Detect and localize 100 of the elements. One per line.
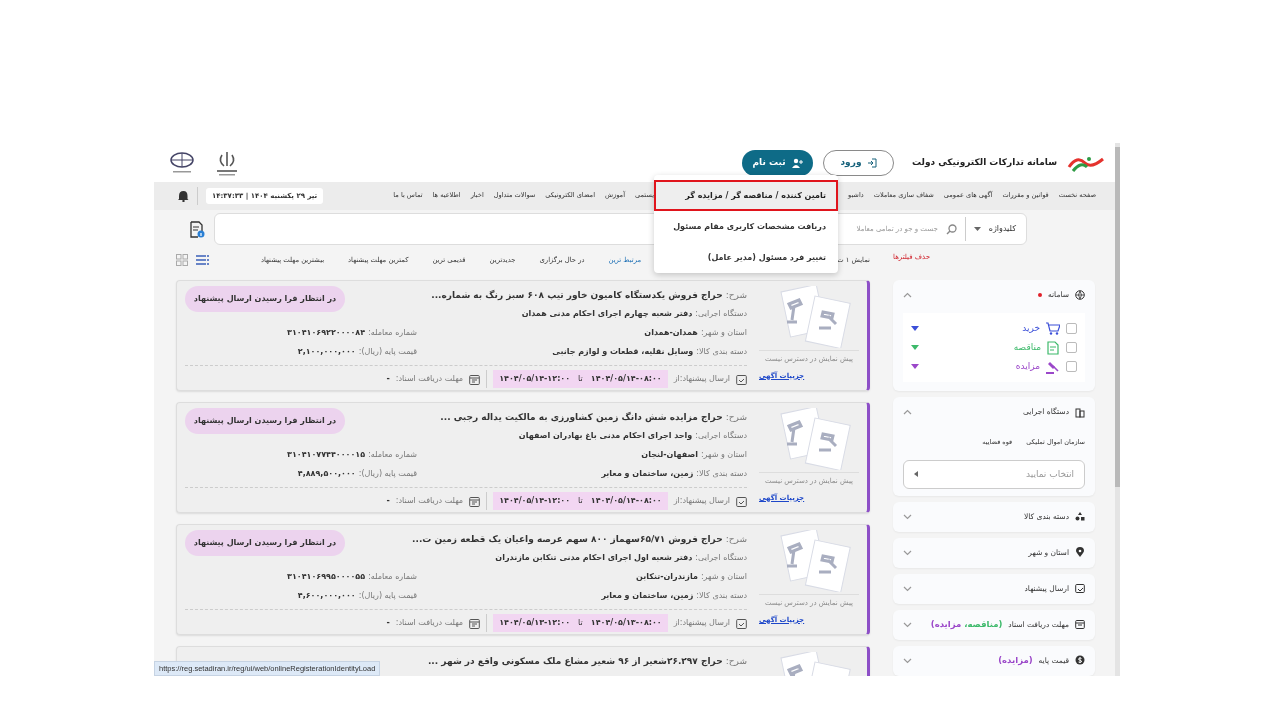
cart-icon: [1046, 322, 1060, 335]
chevron-up-icon[interactable]: [903, 409, 912, 415]
menu-item[interactable]: دریافت مشخصات کاربری مقام مسئول: [654, 211, 838, 242]
field-value: اصفهان-لنجان: [641, 448, 698, 461]
end-date: ۱۴۰۴/۰۵/۱۴-۱۲:۰۰: [499, 373, 571, 385]
listing-title: حراج فروش یکدستگاه کامیون خاور تیپ ۶۰۸ سبز رنگ به شماره...: [431, 288, 723, 303]
field-value: دفتر شعبه اول اجرای احکام مدنی تنکابن مازندران: [495, 551, 693, 564]
field-value: دفتر شعبه چهارم اجرای احکام مدنی همدان: [521, 307, 693, 320]
end-date: ۱۴۰۴/۰۵/۱۳-۱۲:۰۰: [499, 617, 571, 629]
field-label: شرح:: [725, 654, 747, 668]
caret-icon[interactable]: [911, 364, 919, 369]
field-label: استان و شهر:: [700, 326, 747, 339]
calendar-check-icon: [736, 373, 747, 385]
field-label: مهلت دریافت اسناد:: [395, 495, 464, 507]
status-badge: در انتظار فرا رسیدن ارسال پیشنهاد: [185, 286, 345, 312]
field-value: ۴,۸۸۹,۵۰۰,۰۰۰: [297, 467, 356, 480]
field-label: قیمت پایه (ریال):: [358, 467, 417, 480]
field-label: قیمت پایه (ریال):: [358, 589, 417, 602]
search-icon: [945, 223, 957, 235]
field-value: همدان-همدان: [644, 326, 698, 339]
dollar-icon: [1075, 655, 1085, 667]
menu-item[interactable]: تغییر فرد مسئول (مدیر عامل): [654, 242, 838, 273]
register-button[interactable]: ثبت نام: [742, 149, 813, 176]
calendar-icon: [469, 495, 481, 507]
building-icon: [1075, 406, 1085, 418]
to-label: تا: [578, 373, 583, 385]
login-icon: [866, 157, 877, 168]
field-value: ۲,۱۰۰,۰۰۰,۰۰۰: [297, 345, 356, 358]
field-label: شماره معامله:: [368, 326, 417, 339]
field-value: ۳۱۰۴۱۰۶۹۹۵۰۰۰۰۵۵: [287, 570, 366, 583]
option-label: مزایده: [1015, 359, 1040, 373]
calendar-check-icon: [736, 617, 747, 629]
listing-title: حراج ۲۶.۲۹۷شعیر از ۹۶ شعیر مشاع ملک مسکونی واقع در شهر ...: [427, 654, 723, 669]
start-date: ۱۴۰۴/۰۵/۱۴-۰۸:۰۰: [590, 495, 662, 507]
chevron-down-icon[interactable]: [903, 657, 912, 664]
field-label: قیمت پایه (ریال):: [358, 345, 417, 358]
grid-view-icon[interactable]: [176, 254, 188, 266]
scrollbar[interactable]: [1115, 143, 1120, 676]
field-label: شرح:: [725, 410, 747, 424]
globe-icon: [1075, 289, 1085, 301]
gavel-icon: [1046, 359, 1060, 374]
scope-label: کلیدواژه: [988, 223, 1016, 235]
field-label: شماره معامله:: [368, 570, 417, 583]
option-label: مناقصه: [1013, 340, 1041, 354]
field-value: زمین، ساختمان و معابر: [601, 467, 694, 480]
chevron-up-icon[interactable]: [903, 292, 912, 298]
login-button[interactable]: ورود: [823, 149, 894, 176]
field-label: شماره معامله:: [368, 448, 417, 461]
calendar-icon: [1075, 619, 1085, 631]
filter-note: مزایده): [930, 618, 963, 632]
field-label: ارسال پیشنهاد:از: [673, 495, 730, 507]
document-icon: [1047, 340, 1060, 355]
field-label: دستگاه اجرایی:: [695, 551, 747, 564]
site-title: سامانه تدارکات الکترونیکی دولت: [912, 155, 1057, 170]
status-badge: در انتظار فرا رسیدن ارسال پیشنهاد: [185, 408, 345, 434]
field-label: دستگاه اجرایی:: [695, 307, 747, 320]
field-value: -: [386, 617, 390, 629]
field-value: ۳۱۰۴۱۰۷۷۴۴۰۰۰۰۱۵: [287, 448, 366, 461]
field-value: مازندران-تنکابن: [636, 570, 698, 583]
field-label: استان و شهر:: [700, 570, 747, 583]
field-label: ارسال پیشنهاد:از: [673, 617, 730, 629]
chevron-down-icon[interactable]: [903, 549, 912, 556]
chevron-down-icon[interactable]: [903, 585, 912, 592]
to-label: تا: [578, 495, 583, 507]
field-value: وسایل نقلیه، قطعات و لوازم جانبی: [552, 345, 694, 358]
field-label: دستگاه اجرایی:: [695, 429, 747, 442]
field-label: دسته بندی کالا:: [696, 589, 747, 602]
chevron-down-icon[interactable]: [903, 513, 912, 520]
checkbox[interactable]: [1066, 342, 1077, 353]
option-label: خرید: [1022, 321, 1040, 335]
field-label: ارسال پیشنهاد:از: [673, 373, 730, 385]
field-value: ۳۱۰۴۱۰۶۹۲۲۰۰۰۰۸۴: [287, 326, 366, 339]
start-date: ۱۴۰۴/۰۵/۱۳-۰۸:۰۰: [590, 617, 662, 629]
field-value: زمین، ساختمان و معابر: [601, 589, 694, 602]
checkbox[interactable]: [1066, 361, 1077, 372]
user-plus-icon: [790, 157, 803, 168]
chevron-down-icon[interactable]: [903, 621, 912, 628]
field-value: -: [386, 495, 390, 507]
status-badge: در انتظار فرا رسیدن ارسال پیشنهاد: [185, 530, 345, 556]
filter-note: (مزایده): [998, 654, 1033, 668]
document-info-icon[interactable]: [190, 220, 205, 238]
to-label: تا: [578, 617, 583, 629]
field-label: مهلت دریافت اسناد:: [395, 617, 464, 629]
field-label: شرح:: [725, 288, 747, 302]
end-date: ۱۴۰۴/۰۵/۱۴-۱۲:۰۰: [499, 495, 571, 507]
filter-note: (مناقصه،: [964, 618, 1003, 632]
field-label: مهلت دریافت اسناد:: [395, 373, 464, 385]
checkbox[interactable]: [1066, 323, 1077, 334]
field-value: -: [386, 373, 390, 385]
bell-icon[interactable]: [178, 190, 189, 202]
listing-title: حراج مزایده شش دانگ زمین کشاورزی به مالکیت یداله رجبی ...: [440, 410, 723, 425]
field-label: استان و شهر:: [700, 448, 747, 461]
listing-title: حراج فروش ۶۵/۷۱سهماز ۸۰۰ سهم عرصه واعیان یک قطعه زمین ت...: [412, 532, 723, 547]
calendar-icon: [469, 617, 481, 629]
field-label: شرح:: [725, 532, 747, 546]
shapes-icon: [1075, 511, 1085, 523]
calendar-check-icon: [1075, 583, 1085, 595]
caret-icon[interactable]: [911, 326, 919, 331]
menu-item[interactable]: تامین کننده / مناقصه گر / مزایده گر: [654, 180, 838, 211]
list-view-icon[interactable]: [196, 255, 209, 265]
